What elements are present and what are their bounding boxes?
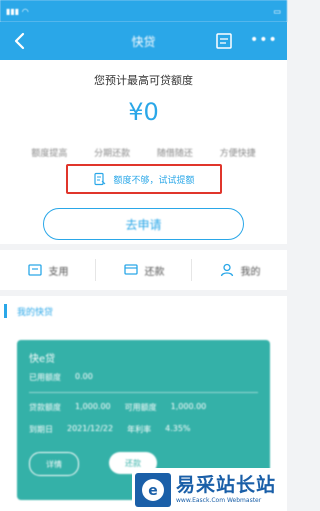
battery-icon: ▭ [273,6,281,16]
apply-button[interactable]: 去申请 [43,208,244,240]
back-arrow-icon[interactable] [10,30,30,52]
site-logo-icon: e [135,472,171,507]
wallet-icon [27,264,42,276]
feature-item: 随借随还 [156,149,193,159]
feature-item: 分期还款 [94,149,131,159]
loan-field-label: 可用额度 [124,403,157,412]
credit-limit-panel: 您预计最高可贷额度 ¥0 额度提高 分期还款 随借随还 方便快捷 额度不够，试试… [0,60,287,244]
loan-field-label: 到期日 [29,425,53,434]
loan-row: 到期日 2021/12/22 年利率 4.35% [29,424,191,435]
loan-row: 已用额度 0.00 [29,372,93,383]
page-title: 快贷 [131,34,156,49]
loan-field-value: 1,000.00 [75,402,111,411]
loan-field-label: 贷款额度 [29,403,61,412]
tab-label: 我的 [240,266,261,278]
tab-label: 还款 [144,266,165,278]
loan-details-button[interactable]: 详情 [29,452,79,476]
feature-item: 额度提高 [31,149,68,159]
loan-field-value: 1,000.00 [170,402,207,411]
repay-icon [123,264,138,275]
watermark: e 易采站长站 www.Easck.Com Webmaster [132,468,287,511]
section-title: 我的快贷 [17,307,54,318]
apply-button-label: 去申请 [125,217,162,232]
action-tabs: 支用 还款 我的 [0,250,287,290]
nav-bar: 快贷 ••• [0,22,287,60]
tab-withdraw[interactable]: 支用 [0,250,95,290]
section-header: 我的快贷 [0,296,287,326]
bill-icon[interactable] [214,31,234,51]
user-icon [220,263,233,277]
document-icon [94,172,106,186]
tab-mine[interactable]: 我的 [192,250,287,290]
loan-row: 贷款额度 1,000.00 可用额度 1,000.00 [29,402,206,413]
divider [29,392,258,393]
loan-field-label: 已用额度 [29,373,61,382]
loan-field-value: 2021/12/22 [67,424,114,433]
boost-limit-text: 额度不够，试试提额 [113,175,195,186]
status-bar: ▮▮▮ ◠ ▭ [0,0,287,22]
feature-list: 额度提高 分期还款 随借随还 方便快捷 [0,146,287,159]
loan-product-name: 快e贷 [29,354,56,365]
watermark-text: 易采站长站 [176,474,277,496]
watermark-url: www.Easck.Com Webmaster [176,497,262,504]
signal-icon: ▮▮▮ ◠ [6,6,29,16]
tab-repay[interactable]: 还款 [96,250,191,290]
svg-text:e: e [148,483,158,499]
credit-limit-label: 您预计最高可贷额度 [94,74,193,87]
feature-item: 方便快捷 [219,149,256,159]
tab-label: 支用 [48,266,69,278]
loan-field-value: 4.35% [165,424,191,433]
more-icon[interactable]: ••• [250,32,278,48]
credit-limit-amount: ¥0 [128,98,159,126]
boost-limit-link[interactable]: 额度不够，试试提额 [66,164,222,194]
loan-field-label: 年利率 [127,425,152,434]
section-accent-bar [4,304,7,318]
loan-field-value: 0.00 [75,372,93,381]
